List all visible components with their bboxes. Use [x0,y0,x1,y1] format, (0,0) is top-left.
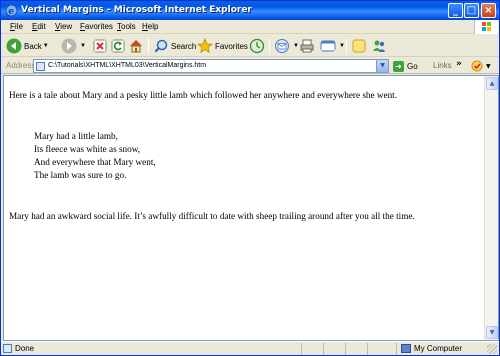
mail-button[interactable]: ▼ [274,37,299,55]
toolbar-separator [269,38,270,54]
mail-icon [275,39,289,53]
chevron-down-icon[interactable]: ▼ [43,43,49,49]
links-label[interactable]: Links [433,61,452,70]
address-input[interactable]: C:\Tutorials\XHTML\XHTML03\VerticalMargi… [33,59,389,73]
intro-paragraph: Here is a tale about Mary and a pesky li… [9,90,398,100]
history-button[interactable] [249,37,267,55]
maximize-button[interactable]: □ [464,3,479,18]
address-bar: Address C:\Tutorials\XHTML\XHTML03\Verti… [1,58,499,74]
history-icon [249,38,265,54]
printer-icon [300,39,314,53]
chevron-down-icon[interactable]: ▼ [339,43,345,49]
address-dropdown-icon[interactable]: ▼ [376,60,388,72]
title-bar[interactable]: e Vertical Margins - Microsoft Internet … [1,1,499,20]
scroll-up-button[interactable]: ▲ [486,77,498,90]
zone-text: My Computer [414,344,463,353]
status-bar: Done My Computer [1,341,499,355]
svg-text:e: e [8,7,14,17]
toolbar-separator [148,38,149,54]
security-zone: My Computer [401,344,462,353]
closing-paragraph: Mary had an awkward social life. It’s aw… [9,211,415,221]
menu-tools[interactable]: Tools [117,22,136,31]
go-button[interactable]: ➜ Go [393,59,418,73]
go-label: Go [407,61,418,71]
stop-button[interactable] [92,37,110,55]
poem-line: The lamb was sure to go. [34,170,127,180]
internet-explorer-icon: e [5,4,18,17]
norton-toolbar-button[interactable]: ▼ [471,59,497,73]
status-divider [323,343,324,355]
back-button[interactable]: Back ▼ [6,37,49,55]
address-label: Address [6,61,36,70]
poem-blockquote: Mary had a little lamb, Its fleece was w… [34,130,156,182]
refresh-button[interactable] [110,37,128,55]
menu-bar: File Edit View Favorites Tools Help [1,20,499,34]
browser-window: e Vertical Margins - Microsoft Internet … [0,0,500,356]
edit-window-icon [320,40,336,52]
star-icon [197,38,213,54]
discuss-button[interactable] [351,37,369,55]
home-button[interactable] [128,37,146,55]
status-text: Done [15,344,35,353]
standard-toolbar: Back ▼ ▼ Search Favorites ▼ ▼ [1,35,499,57]
chevron-down-icon[interactable]: ▼ [486,63,491,70]
search-icon [154,39,168,53]
menu-view[interactable]: View [55,22,72,31]
menu-help[interactable]: Help [142,22,158,31]
stop-icon [93,39,107,53]
poem-line: Mary had a little lamb, [34,131,118,141]
norton-icon [471,60,483,72]
status-divider [367,343,368,355]
minimize-button[interactable]: _ [448,3,463,18]
window-title: Vertical Margins - Microsoft Internet Ex… [21,5,252,15]
scroll-down-button[interactable]: ▼ [486,326,498,339]
menu-file[interactable]: File [10,22,23,31]
print-button[interactable] [299,37,317,55]
back-arrow-icon [6,38,22,54]
menu-favorites[interactable]: Favorites [80,22,113,31]
favorites-label: Favorites [215,41,248,51]
messenger-people-icon [373,40,386,52]
page-icon [36,62,45,71]
favorites-button[interactable]: Favorites [197,37,248,55]
windows-logo-icon [474,20,498,34]
menu-edit[interactable]: Edit [32,22,46,31]
status-divider [301,343,302,355]
resize-grip[interactable] [487,344,497,354]
page-icon [3,344,12,353]
refresh-icon [111,39,125,53]
status-divider [345,343,346,355]
status-text-area: Done [3,344,34,353]
toolbar-separator [346,38,347,54]
forward-button[interactable]: ▼ [61,37,86,55]
links-chevron-icon[interactable]: » [456,59,462,69]
home-icon [130,40,142,53]
page-content: Here is a tale about Mary and a pesky li… [3,75,499,341]
vertical-scrollbar[interactable]: ▲ ▼ [484,76,498,340]
address-url[interactable]: C:\Tutorials\XHTML\XHTML03\VerticalMargi… [48,62,206,69]
poem-line: And everywhere that Mary went, [34,157,156,167]
edit-button[interactable]: ▼ [320,37,345,55]
poem-line: Its fleece was white as snow, [34,144,141,154]
back-label: Back [24,41,42,51]
status-divider [396,343,397,355]
chevron-down-icon[interactable]: ▼ [80,43,86,49]
go-arrow-icon: ➜ [393,60,404,72]
search-label: Search [171,41,197,51]
search-button[interactable]: Search [153,37,196,55]
forward-arrow-icon [61,38,77,54]
my-computer-icon [401,344,411,353]
note-icon [352,39,366,53]
messenger-button[interactable] [371,37,389,55]
close-button[interactable]: × [481,3,496,18]
